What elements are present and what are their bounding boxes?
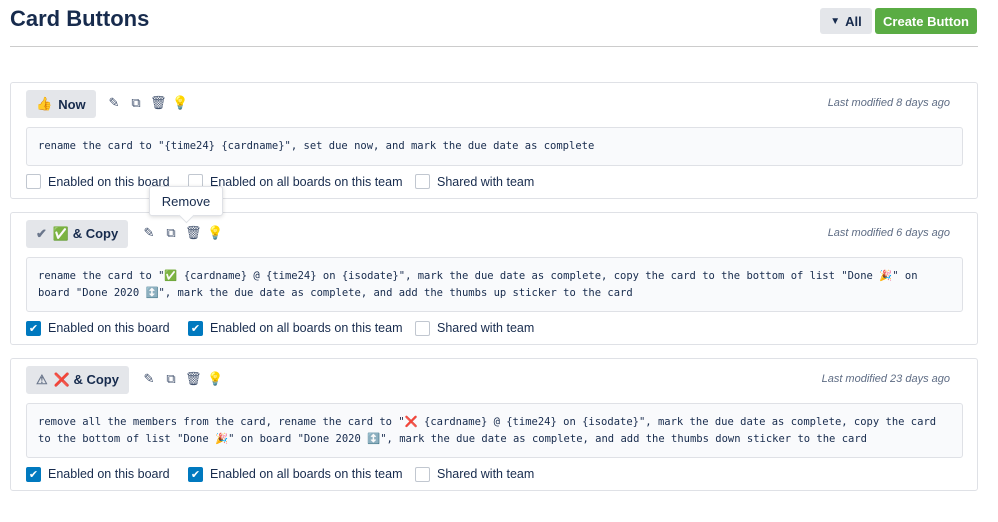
option-2[interactable]: Shared with team	[415, 320, 615, 336]
checkbox[interactable]: ✔	[188, 320, 203, 336]
card-button-item: 👍 Now ✎ ⧉ 🗑 💡 Last modified 8 days ago renam…	[10, 82, 978, 199]
button-icon: 👍	[36, 96, 53, 111]
option-label: Shared with team	[437, 467, 535, 481]
card-button-item: ✔ ✅ & Copy ✎ ⧉ 🗑 💡 Last modified 6 days ago …	[10, 212, 978, 345]
option-2[interactable]: Shared with team	[415, 174, 615, 189]
option-1[interactable]: ✔ Enabled on all boards on this team	[188, 466, 415, 482]
last-modified: Last modified 23 days ago	[821, 373, 950, 385]
card-button-item: ⚠ ❌ & Copy ✎ ⧉ 🗑 💡 Last modified 23 days ago…	[10, 358, 978, 491]
filter-icon: ▼	[830, 15, 841, 27]
button-description: remove all the members from the card, re…	[26, 403, 963, 458]
copy-icon[interactable]: ⧉	[163, 371, 179, 387]
card-button-preview[interactable]: ⚠ ❌ & Copy	[26, 366, 129, 394]
option-label: Enabled on this board	[48, 467, 170, 481]
copy-icon[interactable]: ⧉	[128, 95, 144, 111]
checkbox[interactable]: ✔	[188, 466, 203, 482]
divider	[10, 46, 978, 47]
edit-icon[interactable]: ✎	[141, 371, 157, 387]
copy-icon[interactable]: ⧉	[163, 225, 179, 241]
option-label: Enabled on all boards on this team	[210, 321, 403, 335]
option-label: Enabled on all boards on this team	[210, 174, 403, 189]
checkbox[interactable]	[415, 320, 430, 336]
trash-icon[interactable]: 🗑	[185, 371, 202, 387]
button-description: rename the card to "{time24} {cardname}"…	[26, 127, 963, 166]
checkbox[interactable]: ✔	[26, 466, 41, 482]
option-0[interactable]: ✔ Enabled on this board	[26, 320, 188, 336]
checkbox[interactable]: ✔	[26, 320, 41, 336]
button-icon: ⚠	[36, 372, 48, 387]
lightbulb-icon[interactable]: 💡	[207, 225, 223, 241]
checkbox[interactable]	[415, 174, 430, 189]
trash-icon[interactable]: 🗑	[185, 225, 202, 241]
card-button-preview[interactable]: ✔ ✅ & Copy	[26, 220, 129, 248]
card-button-preview[interactable]: 👍 Now	[26, 90, 96, 118]
option-0[interactable]: ✔ Enabled on this board	[26, 466, 188, 482]
button-description: rename the card to "✅ {cardname} @ {time…	[26, 257, 963, 312]
lightbulb-icon[interactable]: 💡	[172, 95, 188, 111]
checkbox[interactable]	[26, 174, 41, 189]
page-title: Card Buttons	[10, 6, 150, 31]
option-label: Enabled on this board	[48, 321, 170, 335]
remove-tooltip: Remove	[149, 186, 223, 216]
lightbulb-icon[interactable]: 💡	[207, 371, 223, 387]
button-label: ✅ & Copy	[52, 226, 119, 241]
option-label: Enabled on all boards on this team	[210, 467, 403, 481]
edit-icon[interactable]: ✎	[106, 95, 122, 111]
button-label: Now	[58, 96, 86, 112]
button-label: ❌ & Copy	[53, 372, 119, 387]
option-label: Shared with team	[437, 321, 535, 335]
last-modified: Last modified 8 days ago	[827, 97, 950, 109]
create-button[interactable]: Create Button	[875, 8, 977, 34]
trash-icon[interactable]: 🗑	[150, 95, 167, 111]
option-1[interactable]: ✔ Enabled on all boards on this team	[188, 320, 415, 336]
option-label: Shared with team	[437, 174, 535, 189]
last-modified: Last modified 6 days ago	[827, 227, 950, 239]
option-2[interactable]: Shared with team	[415, 466, 615, 482]
filter-all-button[interactable]: ▼ All	[820, 8, 872, 34]
checkbox[interactable]	[415, 466, 430, 482]
button-icon: ✔	[36, 226, 47, 241]
edit-icon[interactable]: ✎	[141, 225, 157, 241]
